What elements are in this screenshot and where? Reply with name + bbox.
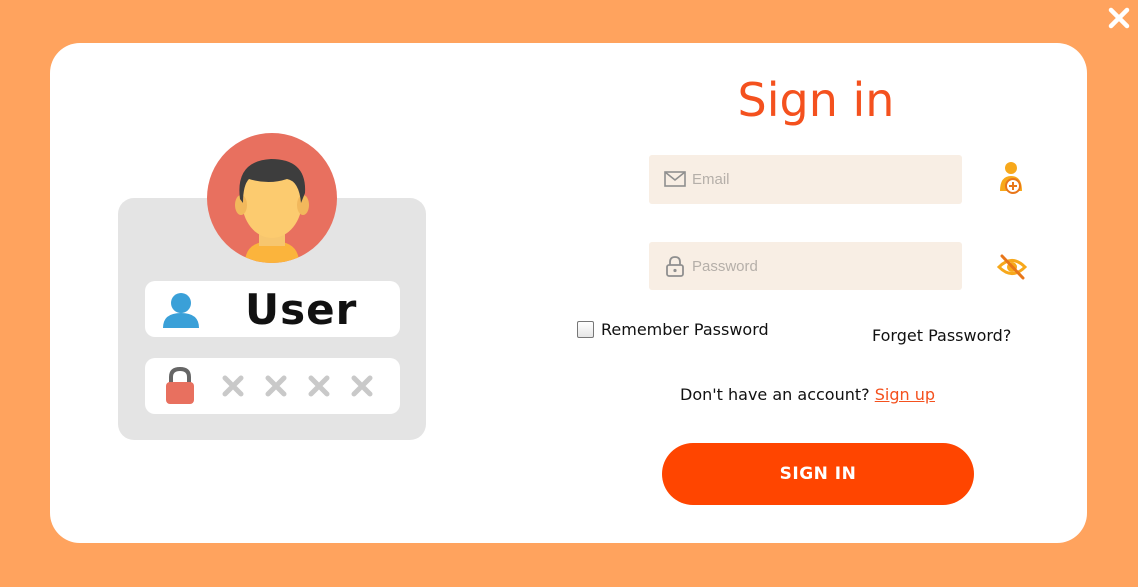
email-input[interactable] <box>692 155 952 204</box>
password-input[interactable] <box>692 242 952 290</box>
lock-icon <box>166 366 194 404</box>
close-icon <box>1108 7 1130 29</box>
remember-checkbox[interactable] <box>577 321 594 338</box>
forget-password-link[interactable]: Forget Password? <box>872 326 1011 345</box>
password-mask <box>222 375 373 397</box>
page-title: Sign in <box>737 73 895 127</box>
no-account-text: Don't have an account? <box>680 385 870 404</box>
signup-link[interactable]: Sign up <box>875 385 935 404</box>
sign-in-card: User Sign in Email Remember Password For… <box>50 43 1087 543</box>
remember-label: Remember Password <box>601 320 769 339</box>
email-field[interactable] <box>649 155 962 204</box>
remember-password[interactable]: Remember Password <box>577 320 769 339</box>
user-badge-icon[interactable] <box>995 161 1027 195</box>
signup-prompt: Don't have an account? Sign up <box>680 385 935 404</box>
illustration-user-row: User <box>145 281 400 337</box>
illustration-user-label: User <box>245 285 358 334</box>
close-button[interactable] <box>1106 5 1132 31</box>
login-illustration: User <box>50 43 550 543</box>
illustration-password-row <box>145 358 400 414</box>
sign-in-button[interactable]: SIGN IN <box>662 443 974 505</box>
avatar-illustration <box>207 133 337 263</box>
user-icon <box>163 293 199 328</box>
lock-icon <box>666 256 684 277</box>
password-field[interactable] <box>649 242 962 290</box>
mail-icon <box>664 171 686 187</box>
eye-slash-icon[interactable] <box>996 250 1028 284</box>
